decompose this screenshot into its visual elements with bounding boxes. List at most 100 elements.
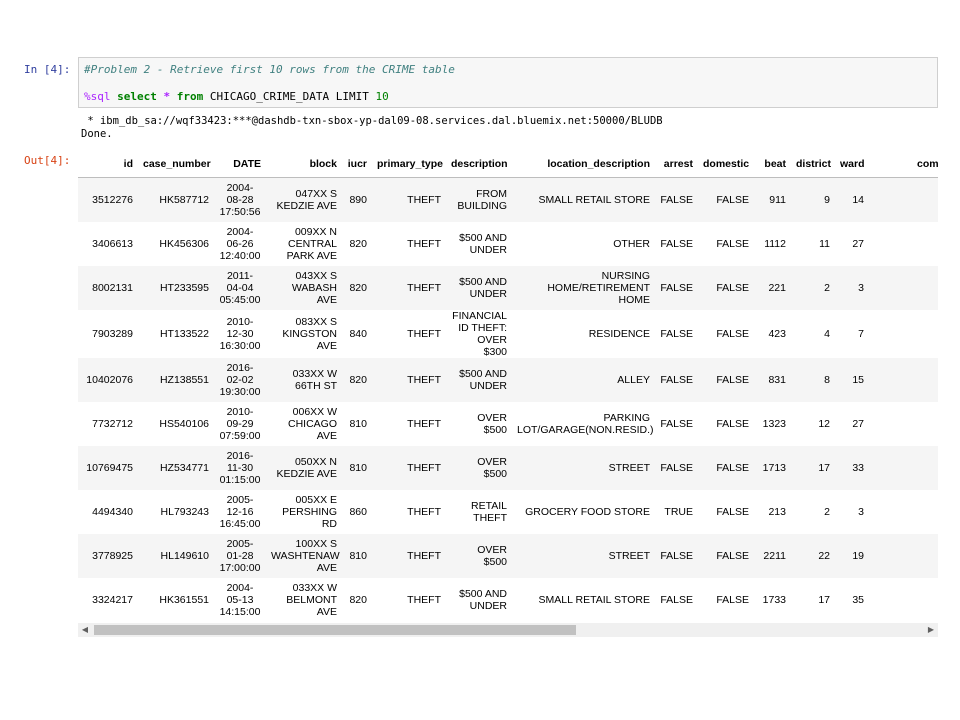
table-cell-block: 047XX S KEDZIE AVE [266, 177, 342, 222]
table-cell-community [869, 358, 938, 402]
table-cell-beat: 1733 [754, 578, 791, 622]
table-header-row: id case_number DATE block iucr primary_type de… [78, 150, 938, 178]
table-cell-iucr: 820 [342, 266, 372, 310]
table-cell-block: 005XX E PERSHING RD [266, 490, 342, 534]
table-cell-domestic: FALSE [698, 402, 754, 446]
column-header-community: community [869, 150, 938, 178]
table-cell-community [869, 446, 938, 490]
stdout-output: * ibm_db_sa://wqf33423:***@dashdb-txn-sb… [81, 115, 663, 141]
table-cell-domestic: FALSE [698, 177, 754, 222]
table-cell-ward: 33 [835, 446, 869, 490]
table-cell-id: 3512276 [78, 177, 138, 222]
code-sql-line: %sql select * from CHICAGO_CRIME_DATA LI… [84, 90, 389, 104]
table-cell-case-number: HZ534771 [138, 446, 214, 490]
table-cell-description: RETAIL THEFT [446, 490, 512, 534]
table-cell-domestic: FALSE [698, 310, 754, 358]
table-cell-date: 2010- 09-29 07:59:00 [214, 402, 266, 446]
table-cell-arrest: FALSE [655, 578, 698, 622]
table-row: 3324217 HK361551 2004- 05-13 14:15:00 033XX… [78, 578, 938, 622]
triangle-left-icon[interactable]: ◀ [78, 623, 92, 637]
table-cell-domestic: FALSE [698, 578, 754, 622]
table-cell-beat: 831 [754, 358, 791, 402]
table-cell-beat: 911 [754, 177, 791, 222]
table-cell-iucr: 860 [342, 490, 372, 534]
table-row: 10402076 HZ138551 2016- 02-02 19:30:00 033X… [78, 358, 938, 402]
output-area: id case_number DATE block iucr primary_type de… [78, 150, 938, 640]
table-cell-case-number: HK456306 [138, 222, 214, 266]
table-cell-description: $500 AND UNDER [446, 578, 512, 622]
table-cell-arrest: FALSE [655, 534, 698, 578]
table-cell-location-description: GROCERY FOOD STORE [512, 490, 655, 534]
table-cell-domestic: FALSE [698, 446, 754, 490]
table-cell-case-number: HT133522 [138, 310, 214, 358]
table-cell-beat: 423 [754, 310, 791, 358]
table-cell-ward: 15 [835, 358, 869, 402]
table-row: 7732712 HS540106 2010- 09-29 07:59:00 006XX… [78, 402, 938, 446]
output-prompt: Out[4]: [24, 154, 71, 167]
sql-keyword-from: from [176, 90, 204, 103]
triangle-right-icon[interactable]: ▶ [924, 623, 938, 637]
table-cell-arrest: FALSE [655, 266, 698, 310]
table-cell-district: 12 [791, 402, 835, 446]
table-cell-arrest: FALSE [655, 358, 698, 402]
table-cell-district: 8 [791, 358, 835, 402]
sql-limit-keyword: LIMIT [335, 90, 369, 103]
table-cell-ward: 7 [835, 310, 869, 358]
table-cell-location-description: NURSING HOME/RETIREMENT HOME [512, 266, 655, 310]
table-cell-case-number: HK361551 [138, 578, 214, 622]
table-cell-iucr: 810 [342, 534, 372, 578]
column-header-case-number: case_number [138, 150, 214, 178]
table-cell-description: $500 AND UNDER [446, 222, 512, 266]
table-cell-description: FROM BUILDING [446, 177, 512, 222]
table-cell-community [869, 266, 938, 310]
table-cell-arrest: FALSE [655, 310, 698, 358]
table-cell-primary-type: THEFT [372, 222, 446, 266]
table-cell-iucr: 810 [342, 446, 372, 490]
table-cell-case-number: HT233595 [138, 266, 214, 310]
table-cell-case-number: HZ138551 [138, 358, 214, 402]
table-cell-id: 10402076 [78, 358, 138, 402]
column-header-location-description: location_description [512, 150, 655, 178]
table-cell-block: 033XX W 66TH ST [266, 358, 342, 402]
table-cell-location-description: SMALL RETAIL STORE [512, 578, 655, 622]
table-cell-primary-type: THEFT [372, 310, 446, 358]
table-row: 4494340 HL793243 2005- 12-16 16:45:00 005XX… [78, 490, 938, 534]
table-cell-domestic: FALSE [698, 266, 754, 310]
table-cell-case-number: HL149610 [138, 534, 214, 578]
table-cell-district: 2 [791, 490, 835, 534]
table-cell-beat: 2211 [754, 534, 791, 578]
table-cell-date: 2016- 11-30 01:15:00 [214, 446, 266, 490]
table-row: 3512276 HK587712 2004- 08-28 17:50:56 047XX… [78, 177, 938, 222]
code-input-cell[interactable]: #Problem 2 - Retrieve first 10 rows from… [78, 57, 938, 108]
column-header-district: district [791, 150, 835, 178]
table-cell-description: FINANCIAL ID THEFT: OVER $300 [446, 310, 512, 358]
table-cell-district: 11 [791, 222, 835, 266]
column-header-iucr: iucr [342, 150, 372, 178]
table-cell-domestic: FALSE [698, 534, 754, 578]
code-comment-line: #Problem 2 - Retrieve first 10 rows from… [84, 63, 455, 77]
table-cell-domestic: FALSE [698, 490, 754, 534]
table-cell-primary-type: THEFT [372, 446, 446, 490]
table-cell-id: 10769475 [78, 446, 138, 490]
code-comment: #Problem 2 - Retrieve first 10 rows from… [84, 63, 455, 76]
table-cell-iucr: 820 [342, 222, 372, 266]
column-header-arrest: arrest [655, 150, 698, 178]
table-cell-beat: 1713 [754, 446, 791, 490]
table-cell-iucr: 820 [342, 358, 372, 402]
table-row: 8002131 HT233595 2011- 04-04 05:45:00 043XX… [78, 266, 938, 310]
table-cell-primary-type: THEFT [372, 490, 446, 534]
table-cell-district: 9 [791, 177, 835, 222]
scrollbar-thumb[interactable] [94, 625, 576, 635]
table-cell-date: 2004- 06-26 12:40:00 [214, 222, 266, 266]
table-cell-domestic: FALSE [698, 358, 754, 402]
horizontal-scrollbar[interactable]: ◀ ▶ [78, 623, 938, 637]
table-cell-id: 4494340 [78, 490, 138, 534]
table-cell-district: 22 [791, 534, 835, 578]
table-cell-community [869, 578, 938, 622]
input-prompt: In [4]: [24, 63, 71, 76]
sql-keyword-select: select [117, 90, 157, 103]
table-cell-beat: 221 [754, 266, 791, 310]
column-header-block: block [266, 150, 342, 178]
table-cell-community [869, 310, 938, 358]
sql-table-name: CHICAGO_CRIME_DATA [209, 90, 330, 103]
